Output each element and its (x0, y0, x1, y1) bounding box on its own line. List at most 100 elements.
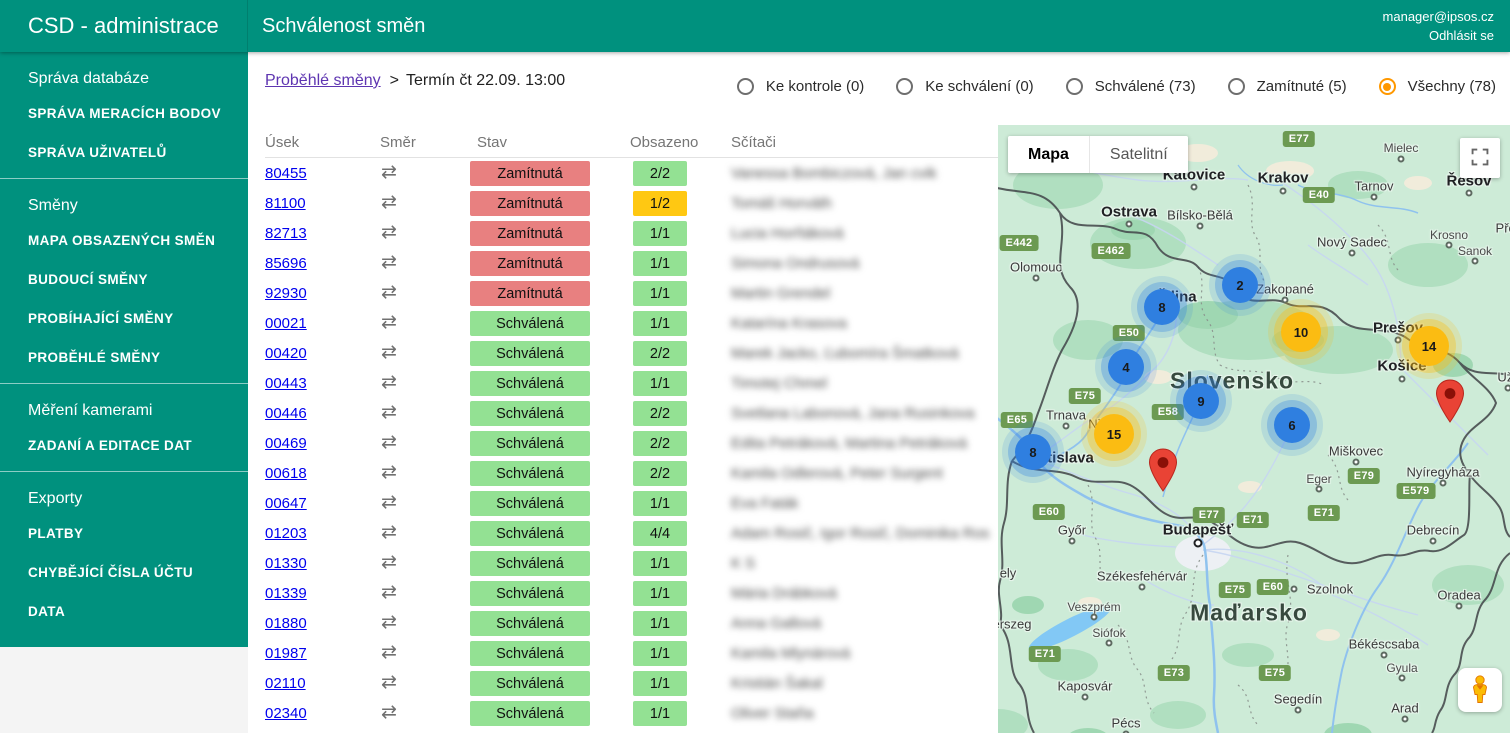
map-cluster-marker[interactable]: 2 (1222, 267, 1258, 303)
sidebar-item[interactable]: PROBÍHAJÍCÍ SMĚNY (0, 299, 248, 338)
filter-radio-option[interactable]: Ke kontrole (0) (737, 78, 864, 95)
map-city-label: Győr (1058, 523, 1086, 538)
sidebar-item[interactable]: SPRÁVA UŽIVATELŮ (0, 133, 248, 172)
map-cluster-marker[interactable]: 6 (1274, 407, 1310, 443)
shift-id-link[interactable]: 00420 (265, 345, 307, 362)
map-city-label: Krakov (1258, 170, 1309, 187)
shift-id-link[interactable]: 82713 (265, 225, 307, 242)
sidebar-item[interactable]: SPRÁVA MERACÍCH BODOV (0, 94, 248, 133)
table-row: 00469⇄Schválená2/2Edita Petráková, Marti… (265, 428, 998, 458)
satellite-view-button[interactable]: Satelitní (1089, 136, 1188, 173)
map-city-label: Arad (1391, 701, 1418, 716)
shift-id-link[interactable]: 00647 (265, 495, 307, 512)
status-badge: Schválená (470, 701, 590, 726)
logout-link[interactable]: Odhlásit se (1383, 26, 1494, 45)
filter-radio-option[interactable]: Všechny (78) (1379, 78, 1496, 95)
sidebar-item[interactable]: MAPA OBSAZENÝCH SMĚN (0, 221, 248, 260)
counters-names: Eva Faták (731, 495, 993, 512)
shift-id-link[interactable]: 02110 (265, 675, 306, 692)
shift-id-link[interactable]: 00021 (265, 315, 307, 332)
column-header-usek: Úsek (265, 134, 299, 151)
shift-id-link[interactable]: 01987 (265, 645, 307, 662)
shift-id-link[interactable]: 01339 (265, 585, 307, 602)
swap-arrows-icon: ⇄ (381, 341, 397, 364)
table-body: 80455⇄Zamítnutá2/2Vanessa Bombiczová, Ja… (265, 158, 998, 728)
map-canvas[interactable] (998, 125, 1510, 733)
shift-id-link[interactable]: 01203 (265, 525, 307, 542)
radio-label: Zamítnuté (5) (1257, 78, 1347, 95)
shift-id-link[interactable]: 01880 (265, 615, 307, 632)
counters-names: Kamila Odlerová, Peter Surgent (731, 465, 993, 482)
page-title: Schválenost směn (248, 0, 1383, 52)
city-dot (1069, 538, 1076, 545)
counters-names: Adam Rosič, Igor Rosič, Dominika Ros (731, 525, 993, 542)
pegman-button[interactable] (1458, 668, 1502, 712)
map-city-label: Sanok (1458, 244, 1492, 258)
map-cluster-marker[interactable]: 10 (1281, 312, 1321, 352)
shift-id-link[interactable]: 01330 (265, 555, 307, 572)
shift-id-link[interactable]: 81100 (265, 195, 306, 212)
map-cluster-marker[interactable]: 8 (1015, 434, 1051, 470)
table-row: 01880⇄Schválená1/1Anna Gallová (265, 608, 998, 638)
filter-radio-option[interactable]: Schválené (73) (1066, 78, 1196, 95)
sidebar-item[interactable]: CHYBĚJÍCÍ ČÍSLA ÚČTU (0, 553, 248, 592)
column-header-scitaci: Sčítači (731, 134, 776, 151)
user-email: manager@ipsos.cz (1383, 7, 1494, 26)
status-badge: Schválená (470, 401, 590, 426)
map-city-label: Ostrava (1101, 204, 1157, 221)
map-pin-marker[interactable] (1148, 448, 1178, 497)
shift-id-link[interactable]: 85696 (265, 255, 307, 272)
shift-id-link[interactable]: 00446 (265, 405, 307, 422)
table-row: 00647⇄Schválená1/1Eva Faták (265, 488, 998, 518)
map-cluster-marker[interactable]: 15 (1094, 414, 1134, 454)
swap-arrows-icon: ⇄ (381, 551, 397, 574)
filter-radio-option[interactable]: Zamítnuté (5) (1228, 78, 1347, 95)
occupancy-badge: 1/1 (633, 611, 687, 636)
map-cluster-marker[interactable]: 9 (1183, 383, 1219, 419)
sidebar-group-title: Správa databáze (0, 62, 248, 94)
shift-id-link[interactable]: 92930 (265, 285, 307, 302)
breadcrumb-link[interactable]: Proběhlé směny (265, 72, 381, 89)
shift-id-link[interactable]: 00469 (265, 435, 307, 452)
road-badge-icon: E77 (1193, 507, 1225, 523)
sidebar-group-title: Směny (0, 189, 248, 221)
table-row: 01203⇄Schválená4/4Adam Rosič, Igor Rosič… (265, 518, 998, 548)
map-country-label: Maďarsko (1190, 600, 1308, 627)
city-dot (1399, 376, 1406, 383)
filter-radio-option[interactable]: Ke schválení (0) (896, 78, 1033, 95)
map-panel[interactable]: MielecKatoviceKrakovTarnovŘešovOstravaBí… (998, 125, 1510, 733)
counters-names: Mária Drábková (731, 585, 993, 602)
road-badge-icon: E73 (1158, 665, 1190, 681)
map-pin-marker[interactable] (1435, 379, 1465, 428)
shift-id-link[interactable]: 80455 (265, 165, 307, 182)
sidebar-item[interactable]: PLATBY (0, 514, 248, 553)
shift-id-link[interactable]: 02340 (265, 705, 307, 722)
map-cluster-marker[interactable]: 4 (1108, 349, 1144, 385)
radio-label: Ke kontrole (0) (766, 78, 864, 95)
status-badge: Schválená (470, 641, 590, 666)
map-city-label: Oradea (1437, 588, 1480, 603)
sidebar-item[interactable]: PROBĚHLÉ SMĚNY (0, 338, 248, 377)
occupancy-badge: 1/1 (633, 551, 687, 576)
fullscreen-button[interactable] (1460, 138, 1500, 178)
map-view-button[interactable]: Mapa (1008, 136, 1089, 173)
map-city-label: Pécs (1112, 716, 1141, 731)
counters-names: Katarína Krasova (731, 315, 993, 332)
table-row: 82713⇄Zamítnutá1/1Lucia Horňáková (265, 218, 998, 248)
sidebar-item[interactable]: DATA (0, 592, 248, 631)
occupancy-badge: 1/2 (633, 191, 687, 216)
shifts-table: Úsek Směr Stav Obsazeno Sčítači 80455⇄Za… (265, 134, 998, 733)
map-city-label: Zakopané (1256, 282, 1314, 297)
sidebar-item[interactable]: ZADANÍ A EDITACE DAT (0, 426, 248, 465)
fullscreen-icon (1471, 148, 1489, 169)
swap-arrows-icon: ⇄ (381, 491, 397, 514)
map-cluster-marker[interactable]: 8 (1144, 289, 1180, 325)
map-cluster-marker[interactable]: 14 (1409, 326, 1449, 366)
city-dot (1399, 675, 1406, 682)
shift-id-link[interactable]: 00618 (265, 465, 307, 482)
table-row: 01987⇄Schválená1/1Kamila Mlynárová (265, 638, 998, 668)
map-city-label: Bílsko-Bělá (1167, 208, 1233, 223)
shift-id-link[interactable]: 00443 (265, 375, 307, 392)
sidebar-item[interactable]: BUDOUCÍ SMĚNY (0, 260, 248, 299)
map-city-label: Debrecín (1407, 523, 1460, 538)
